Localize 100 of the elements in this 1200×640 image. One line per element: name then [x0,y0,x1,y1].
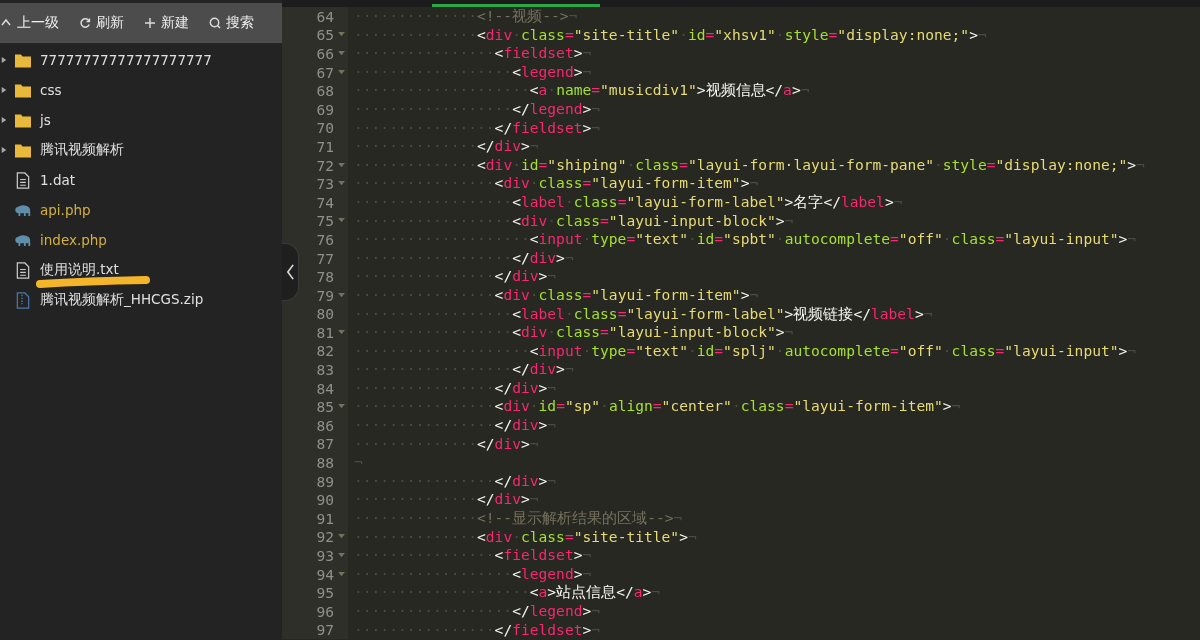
code-line: ················</div>¬ [353,378,557,398]
line-number: 66 [316,45,334,62]
line-number: 82 [316,342,334,360]
line-number: 70 [316,119,334,137]
line-number: 73 [316,175,334,193]
fold-arrow-icon[interactable] [337,404,345,410]
fold-arrow-icon[interactable] [337,553,345,558]
line-number: 88 [316,454,334,472]
line-number: 83 [316,361,334,379]
line-number: 71 [316,137,334,155]
code-line: ··················<div·class="layui-input-block">¬ [353,211,794,231]
line-number: 74 [316,193,334,211]
fold-arrow-icon[interactable] [337,181,345,187]
code-line: ················</fieldset>¬ [353,620,601,640]
code-line: ····················<input·type="text"·id="splj"·autocomplete="off"·class="layui-input">¬ [353,341,1137,361]
code-line: ················</div>¬ [353,267,557,286]
code-line: ··················</legend>¬ [353,602,601,621]
file-item[interactable]: js [0,105,282,135]
line-number: 91 [316,509,334,527]
line-number: 65 [316,26,334,44]
toolbar-button[interactable]: 搜索 [201,8,262,38]
line-number: 81 [316,323,334,341]
toolbar-button[interactable]: 新建 [136,8,197,38]
toolbar-button[interactable]: 上一级 [0,8,67,38]
code-line: ··················<label·class="layui-form-label">名字</label>¬ [353,192,903,212]
expand-triangle-icon[interactable] [1,56,7,64]
code-line: ··············</div>¬ [353,434,539,454]
code-line: ················</div>¬ [353,416,557,435]
line-number: 90 [316,491,334,509]
code-line: ················<div·class="layui-form-item">¬ [353,174,759,193]
refresh-icon [79,17,91,29]
chevron-left-icon [285,264,295,280]
line-number: 85 [316,398,334,416]
line-number: 95 [316,584,334,602]
code-line: ¬ [353,453,363,472]
file-item[interactable]: css [0,75,282,105]
line-number: 92 [316,528,334,546]
expand-triangle-icon[interactable] [1,86,7,94]
line-number: 69 [316,100,334,118]
expand-triangle-icon[interactable] [1,146,7,154]
line-number: 94 [316,565,334,583]
code-line: ··············<div·class="site-title">¬ [353,527,697,547]
code-line: ····················<input·type="text"·id="spbt"·autocomplete="off"·class="layui-input">¬ [353,230,1137,249]
code-line: ··················</div>¬ [353,360,574,379]
code-line: ················</fieldset>¬ [353,118,601,138]
code-line: ··············<div·class="site-title"·id="xhsv1"·style="display:none;">¬ [353,25,987,45]
fold-arrow-icon[interactable] [337,292,345,298]
toolbar-button[interactable]: 刷新 [71,8,132,38]
fold-arrow-icon[interactable] [337,162,345,168]
code-line: ··············<div·id="shiping"·class="layui-form·layui-form-pane"·style="display:none;">¬ [353,155,1145,175]
code-line: ··············</div>¬ [353,490,539,510]
line-number: 79 [316,286,334,304]
code-line: ················<div·id="sp"·align="center"·class="layui-form-item">¬ [353,397,961,417]
line-number: 76 [316,230,334,248]
line-number: 84 [316,379,334,397]
code-line: ··················</div>¬ [353,248,574,268]
code-line: ··············<!--视频-->¬ [353,7,578,26]
fold-arrow-icon[interactable] [337,329,345,335]
code-line: ····················<a·name="musicdiv1">视频信息</a>¬ [353,81,810,100]
fold-arrow-icon[interactable] [337,218,345,224]
document-icon [14,261,32,279]
code-line: ················<div·class="layui-form-item">¬ [353,285,759,305]
file-item[interactable]: 腾讯视频解析 [0,135,282,165]
collapse-handle[interactable] [282,243,299,301]
fold-arrow-icon[interactable] [337,32,345,38]
line-number: 80 [316,305,334,323]
line-number: 96 [316,602,334,620]
line-number: 68 [316,82,334,100]
line-number: 75 [316,212,334,230]
line-number: 72 [316,156,334,174]
fold-arrow-icon[interactable] [337,534,345,540]
line-number: 64 [316,7,334,25]
search-icon [209,17,221,29]
file-item[interactable]: 腾讯视频解析_HHCGS.zip [0,285,282,315]
code-line: ··············<!--显示解析结果的区域-->¬ [353,509,683,528]
code-line: ··················<legend>¬ [353,62,592,82]
code-line: ··············</div>¬ [353,137,539,156]
plus-icon [144,17,156,29]
file-item[interactable]: 使用说明.txt [0,255,282,285]
line-number: 93 [316,547,334,564]
line-number: 89 [316,472,334,490]
line-number: 86 [316,416,334,434]
file-item[interactable]: 77777777777777777777 [0,45,282,75]
fold-arrow-icon[interactable] [337,571,345,577]
fold-arrow-icon[interactable] [337,51,345,56]
code-line: ··················<label·class="layui-form-label">视频链接</label>¬ [353,304,933,324]
line-number: 67 [316,63,334,81]
line-number: 77 [316,249,334,267]
zip-file-icon [14,291,32,309]
expand-triangle-icon[interactable] [1,116,7,124]
code-line: ··················<div·class="layui-input-block">¬ [353,323,794,342]
code-line: ················<fieldset>¬ [353,546,592,565]
line-number: 78 [316,268,334,286]
line-number: 87 [316,435,334,453]
fold-arrow-icon[interactable] [337,69,345,75]
file-item[interactable]: index.php [0,225,282,255]
file-item[interactable]: 1.dat [0,165,282,195]
file-item[interactable]: api.php [0,195,282,225]
line-number: 97 [316,621,334,639]
code-line: ··················</legend>¬ [353,99,601,119]
